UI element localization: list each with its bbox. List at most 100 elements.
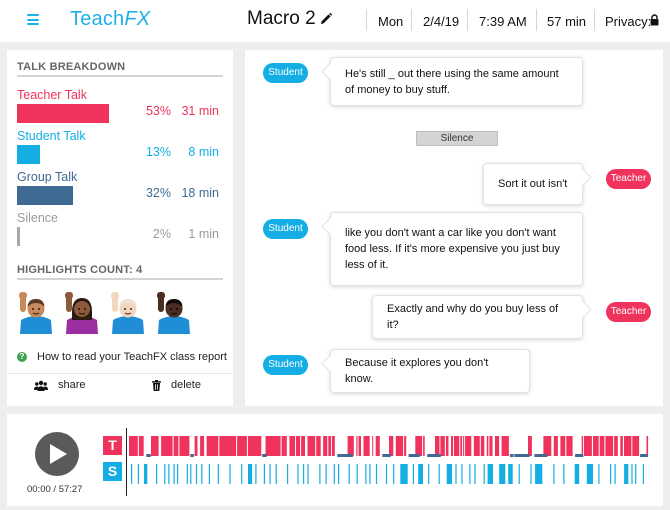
teacher-talk-segment <box>194 436 198 456</box>
student-talk-segment <box>348 464 350 484</box>
teacher-talk-segment <box>528 436 532 456</box>
report-help-link[interactable]: ? How to read your TeachFX class report <box>17 351 227 363</box>
message-text: He's still _ out there using the same am… <box>345 67 559 96</box>
teacher-talk-segment <box>624 436 632 456</box>
teacher-talk-segment <box>307 436 316 456</box>
student-talk-segment <box>469 464 471 484</box>
transcript-bubble-teacher[interactable]: Exactly and why do you buy less of it? <box>372 295 583 339</box>
class-duration: 57 min <box>547 13 587 29</box>
silence-bar <box>17 227 20 246</box>
student-talk-segment <box>190 464 192 484</box>
student-talk-segment <box>586 464 593 484</box>
transcript-panel[interactable]: Student He's still _ out there using the… <box>245 50 663 406</box>
student-talk-segment <box>418 464 423 484</box>
question-circle-icon: ? <box>17 352 27 362</box>
group-talk-segment <box>640 454 648 457</box>
message-text: like you don't want a car like you don't… <box>345 227 560 271</box>
teacher-talk-segment <box>316 436 321 456</box>
play-button[interactable] <box>35 432 79 476</box>
student-talk-segment <box>461 464 463 484</box>
teacher-talk-label: Teacher Talk <box>17 88 87 102</box>
raised-hand-medium-skin-icon[interactable] <box>17 290 55 334</box>
teacher-talk-segment <box>423 436 425 456</box>
teacher-talk-segment <box>404 436 407 456</box>
speaker-tag-teacher: Teacher <box>606 169 651 189</box>
teacher-talk-segment <box>453 436 460 456</box>
teacher-talk-segment <box>138 436 144 456</box>
delete-button[interactable]: delete <box>152 379 201 391</box>
teacher-talk-segment <box>237 436 247 456</box>
student-talk-segment <box>156 464 158 484</box>
teacher-talk-segment <box>415 436 423 456</box>
student-talk-segment <box>508 464 513 484</box>
transcript-bubble-student[interactable]: like you don't want a car like you don't… <box>330 212 583 286</box>
teacher-talk-segment <box>173 436 179 456</box>
report-sidebar: TALK BREAKDOWN Teacher Talk 53% 31 min S… <box>7 50 233 406</box>
student-talk-segment <box>269 464 271 484</box>
pencil-edit-icon[interactable] <box>320 13 332 25</box>
teacher-track-label: T <box>103 436 122 455</box>
transcript-bubble-student[interactable]: He's still _ out there using the same am… <box>330 57 583 106</box>
share-button[interactable]: share <box>34 379 86 391</box>
student-talk-segment <box>455 464 457 484</box>
student-talk-segment <box>438 464 440 484</box>
student-talk-segment <box>255 464 257 484</box>
teacher-talk-segment <box>501 436 509 456</box>
share-label: share <box>58 379 86 391</box>
talk-timeline[interactable] <box>129 434 653 486</box>
raised-hand-darkest-skin-icon[interactable] <box>155 290 193 334</box>
teacher-talk-segment <box>543 436 552 456</box>
student-talk-segment <box>319 464 321 484</box>
teacher-talk-segment <box>445 436 449 456</box>
student-talk-segment <box>307 464 309 484</box>
teacher-talk-track <box>129 436 649 456</box>
teacher-talk-segment <box>646 436 649 456</box>
class-date: 2/4/19 <box>423 13 460 29</box>
teacher-talk-segment <box>265 436 281 456</box>
teacher-talk-segment <box>480 436 485 456</box>
speaker-tag-student: Student <box>263 63 308 83</box>
student-talk-segment <box>474 464 476 484</box>
teacher-talk-segment <box>200 436 205 456</box>
raised-hand-dark-skin-icon[interactable] <box>63 290 101 334</box>
student-talk-segment <box>137 464 139 484</box>
student-talk-segment <box>553 464 555 484</box>
raised-hand-light-skin-icon[interactable] <box>109 290 147 334</box>
student-talk-segment <box>428 464 430 484</box>
teacher-talk-segment <box>451 436 453 456</box>
group-talk-segment <box>521 454 530 457</box>
student-talk-bar <box>17 145 40 164</box>
student-talk-segment <box>412 464 414 484</box>
transcript-bubble-student[interactable]: Because it explores you don't know. <box>330 349 530 393</box>
student-talk-segment <box>263 464 265 484</box>
hamburger-menu-icon[interactable] <box>27 14 39 25</box>
silence-marker: Silence <box>416 131 498 146</box>
student-talk-segment <box>610 464 612 484</box>
privacy-label[interactable]: Privacy: <box>605 9 651 33</box>
student-talk-segment <box>325 464 327 484</box>
group-talk-segment <box>408 454 420 457</box>
silence-label: Silence <box>17 211 58 225</box>
teacher-talk-segment <box>605 436 614 456</box>
speaker-tag-student: Student <box>263 355 308 375</box>
teacher-talk-segment <box>465 436 472 456</box>
playhead[interactable] <box>126 428 127 496</box>
student-talk-segment <box>275 464 277 484</box>
teacher-talk-segment <box>614 436 618 456</box>
users-icon <box>34 380 48 391</box>
class-time: 7:39 AM <box>479 13 527 29</box>
teacher-talk-segment <box>566 436 573 456</box>
teachfx-logo[interactable]: TeachFX <box>70 8 150 31</box>
class-day: Mon <box>378 13 404 29</box>
student-talk-segment <box>173 464 175 484</box>
lock-icon[interactable] <box>650 14 659 26</box>
student-talk-segment <box>186 464 188 484</box>
group-talk-segment <box>190 454 194 457</box>
transcript-bubble-teacher[interactable]: Sort it out isn't <box>483 163 583 205</box>
teacher-talk-segment <box>328 436 331 456</box>
teacher-talk-segment <box>440 436 445 456</box>
group-talk-segment <box>382 454 391 457</box>
student-talk-segment <box>393 464 395 484</box>
section-divider <box>17 278 223 280</box>
teacher-talk-segment <box>620 436 623 456</box>
